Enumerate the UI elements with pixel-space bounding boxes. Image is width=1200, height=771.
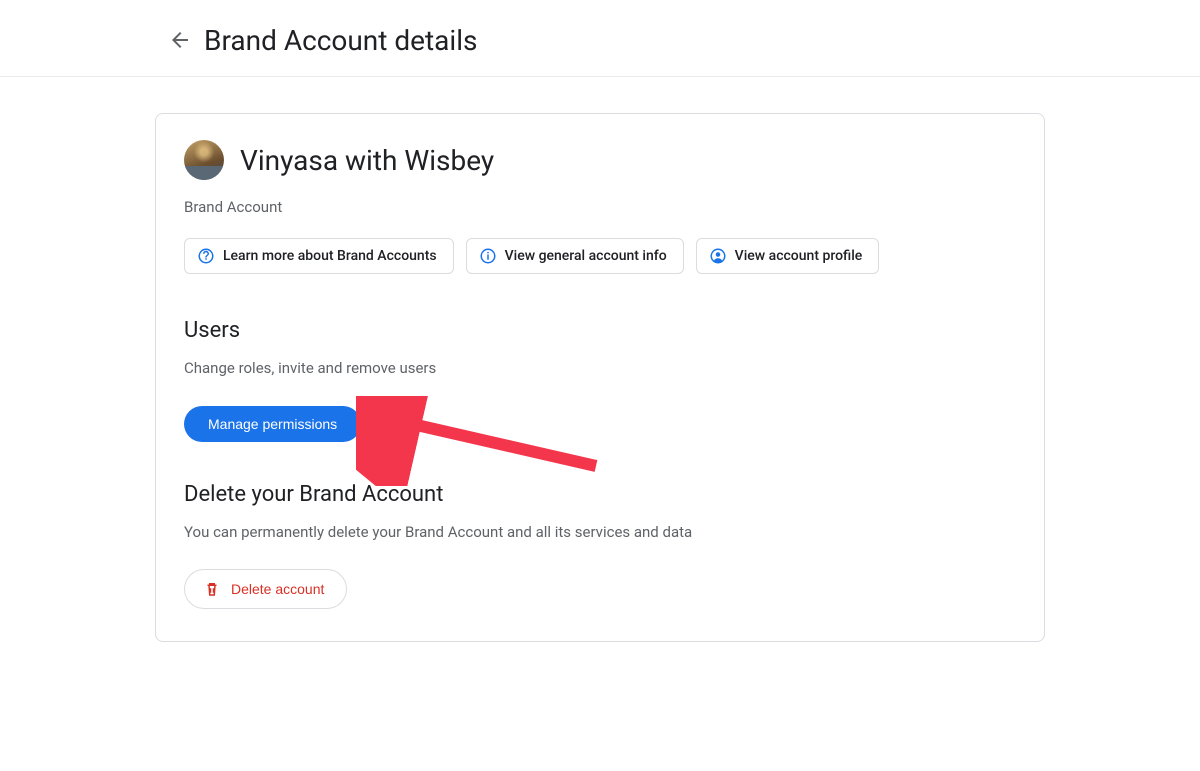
chip-label: View general account info: [505, 248, 667, 264]
info-icon: [479, 247, 497, 265]
account-type-label: Brand Account: [184, 198, 1016, 216]
page-title: Brand Account details: [204, 24, 477, 57]
delete-section-title: Delete your Brand Account: [184, 482, 1016, 507]
manage-permissions-button[interactable]: Manage permissions: [184, 406, 361, 442]
account-avatar: [184, 140, 224, 180]
brand-account-card: Vinyasa with Wisbey Brand Account Learn …: [155, 113, 1045, 642]
chip-label: Learn more about Brand Accounts: [223, 248, 437, 264]
delete-section-desc: You can permanently delete your Brand Ac…: [184, 521, 744, 544]
back-button[interactable]: [160, 20, 200, 60]
action-chip-row: Learn more about Brand Accounts View gen…: [184, 238, 1016, 274]
learn-more-chip[interactable]: Learn more about Brand Accounts: [184, 238, 454, 274]
view-info-chip[interactable]: View general account info: [466, 238, 684, 274]
users-section-title: Users: [184, 318, 1016, 343]
account-name: Vinyasa with Wisbey: [240, 144, 494, 177]
help-icon: [197, 247, 215, 265]
chip-label: View account profile: [735, 248, 863, 264]
profile-icon: [709, 247, 727, 265]
page-header: Brand Account details: [0, 0, 1200, 77]
trash-icon: [203, 580, 221, 598]
delete-account-button[interactable]: Delete account: [184, 569, 347, 609]
arrow-left-icon: [168, 28, 192, 52]
account-header-row: Vinyasa with Wisbey: [184, 140, 1016, 180]
annotation-arrow: [356, 396, 606, 486]
view-profile-chip[interactable]: View account profile: [696, 238, 880, 274]
delete-button-label: Delete account: [231, 581, 324, 597]
users-section-desc: Change roles, invite and remove users: [184, 357, 744, 380]
